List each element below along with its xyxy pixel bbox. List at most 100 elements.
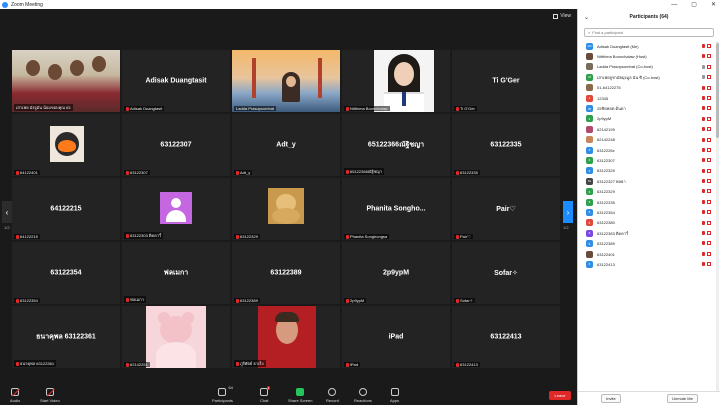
tile-name-text: Ti G'Ger xyxy=(460,106,475,111)
audio-label: Audio xyxy=(10,398,21,403)
participant-row[interactable]: 6 63122380 xyxy=(578,218,715,228)
participants-scrollbar[interactable] xyxy=(716,41,719,391)
video-tile[interactable]: 63122307 63122307 xyxy=(122,114,230,176)
video-tile[interactable]: 2p9ypM 2p9ypM xyxy=(342,242,450,304)
view-button[interactable]: View xyxy=(553,13,571,19)
participant-row[interactable]: 1 12345 xyxy=(578,93,715,103)
previous-page-button[interactable]: ‹ xyxy=(2,201,12,223)
video-tile[interactable]: 63122389 63122389 xyxy=(232,242,340,304)
microphone-icon xyxy=(702,54,705,59)
camera-off-icon xyxy=(707,44,711,48)
video-tile[interactable]: 65122366ณัฐิชญา 65122366ณัฐิชญา xyxy=(342,114,450,176)
tile-display-name: 63122389 xyxy=(270,269,302,277)
scrollbar-thumb[interactable] xyxy=(716,43,719,138)
video-tile[interactable]: Sofar✧ Sofar✧ xyxy=(452,242,560,304)
video-tile[interactable]: ธนาคุพล 63122361 ธนาคุพล 63122361 xyxy=(12,306,120,368)
participant-status-icons xyxy=(702,85,711,90)
start-video-button[interactable]: Start Video xyxy=(40,388,60,403)
participant-row[interactable]: เส เสาเฟยจูชามัยมุ่งมูล ฉัน ซิ (Co-host) xyxy=(578,72,715,82)
participant-row[interactable]: 6 6312226x xyxy=(578,145,715,155)
participant-row[interactable]: 6 63122413 xyxy=(578,259,715,269)
participants-button[interactable]: 64 Participants xyxy=(212,385,233,403)
video-tile[interactable]: Ti G'Ger Ti G'Ger xyxy=(452,50,560,112)
apps-button[interactable]: Apps xyxy=(390,388,399,403)
participant-row[interactable]: 2 2p9ypM xyxy=(578,114,715,124)
tile-display-name: 63122413 xyxy=(490,333,522,341)
video-tile[interactable]: Pair♡ Pair♡ xyxy=(452,178,560,240)
window-title: Zoom Meeting xyxy=(11,1,43,8)
microphone-muted-icon xyxy=(236,298,239,303)
tile-name-text: ธนาคุพล 63122361 xyxy=(20,361,55,366)
camera-off-icon xyxy=(45,388,54,396)
tile-display-name: 63122335 xyxy=(490,141,522,149)
camera-off-icon xyxy=(707,127,711,132)
participant-row[interactable]: 6 63122307 xyxy=(578,155,715,165)
participant-status-icons xyxy=(702,137,711,142)
audio-button[interactable]: Audio xyxy=(10,388,20,403)
participant-row[interactable]: Nitthima Boonchalaw (Host) xyxy=(578,51,715,61)
leave-button[interactable]: Leave xyxy=(549,391,571,400)
participant-row[interactable]: 62142248 xyxy=(578,135,715,145)
right-page-indicator: 1/2 xyxy=(563,225,569,230)
minimize-icon[interactable]: — xyxy=(671,2,677,8)
participant-status-icons xyxy=(702,220,711,225)
participant-name: 63122354 xyxy=(597,209,615,215)
share-screen-button[interactable]: Share Screen xyxy=(288,388,312,403)
video-tile[interactable]: ฟลเมกา ฟลเมกา xyxy=(122,242,230,304)
invite-button[interactable]: Invite xyxy=(601,394,621,403)
video-tile[interactable]: Ladda Prasopsombat xyxy=(232,50,340,112)
reactions-button[interactable]: Reactions xyxy=(354,388,372,403)
chat-button[interactable]: 1 Chat xyxy=(260,386,271,403)
close-icon[interactable]: ✕ xyxy=(711,1,716,8)
tile-name-label: 63122389 xyxy=(234,298,260,303)
video-tile[interactable]: ภูริศัตย์ ธาเร็ง xyxy=(232,306,340,368)
unmute-me-button[interactable]: Unmute Me xyxy=(667,394,698,403)
video-tile[interactable]: 63122413 63122413 xyxy=(452,306,560,368)
participant-row[interactable]: AD Adisak Duangtasit (Me) xyxy=(578,41,715,51)
video-tile[interactable]: iPad iPad xyxy=(342,306,450,368)
record-button[interactable]: Record xyxy=(326,388,339,403)
chevron-down-icon[interactable]: ⌄ xyxy=(584,14,589,21)
participant-name: 63122389 xyxy=(597,241,615,247)
participant-row[interactable]: 6 63122335 xyxy=(578,197,715,207)
video-tile[interactable]: 63122354 63122354 xyxy=(12,242,120,304)
tile-display-name: iPad xyxy=(388,333,404,341)
participant-row[interactable]: 6 63122329 xyxy=(578,186,715,196)
participant-row[interactable]: 6s 63122327 พลยา xyxy=(578,176,715,186)
participant-row[interactable]: 62142199 xyxy=(578,124,715,134)
video-tile[interactable]: 63122303 ติดดาวิ์ xyxy=(122,178,230,240)
participant-search-input[interactable] xyxy=(592,30,713,35)
tile-name-label: Ladda Prasopsombat xyxy=(234,106,277,111)
participant-row[interactable]: 6 63122325 xyxy=(578,166,715,176)
next-page-button[interactable]: › xyxy=(563,201,573,223)
participant-row[interactable]: 6 63122354 xyxy=(578,207,715,217)
microphone-icon xyxy=(702,137,705,142)
video-tile[interactable]: 63122335 63122335 xyxy=(452,114,560,176)
video-tile[interactable]: 64122401 xyxy=(12,114,120,176)
participant-row[interactable]: 01-64122275 xyxy=(578,83,715,93)
tile-name-label: 63122329 xyxy=(234,234,260,239)
avatar: 6 xyxy=(586,156,593,164)
participant-name: 63122401 xyxy=(597,251,615,257)
video-tile[interactable]: Adisak Duangtasit Adisak Duangtasit xyxy=(122,50,230,112)
participant-row[interactable]: 63122401 xyxy=(578,249,715,259)
video-tile[interactable]: Nitthima Boonchalaw xyxy=(342,50,450,112)
participant-row[interactable]: 25 25ชิดพลต ต้นดา xyxy=(578,103,715,113)
camera-off-icon xyxy=(707,231,711,236)
video-tile[interactable]: Adt_y Adt_y xyxy=(232,114,340,176)
maximize-icon[interactable]: ▢ xyxy=(691,1,697,8)
zoom-window: Zoom Meeting — ▢ ✕ View ‹ 1/2 › 1/2 เสาเ… xyxy=(0,0,720,405)
participant-row[interactable]: 6 63122389 xyxy=(578,238,715,248)
participant-row[interactable]: Ladda Prasopsombat (Co-host) xyxy=(578,62,715,72)
video-tile[interactable]: Phanita Songho... Phanita Songhongsa xyxy=(342,178,450,240)
participant-row[interactable]: 6 63122383 ติดดาวิ์ xyxy=(578,228,715,238)
video-tile[interactable]: 62142251 xyxy=(122,306,230,368)
video-tile[interactable]: เสาเฟย มังจูมัน น้อมขอบคุณ 63 xyxy=(12,50,120,112)
microphone-muted-icon xyxy=(126,170,129,175)
video-tile[interactable]: 63122329 xyxy=(232,178,340,240)
video-tile[interactable]: 64122215 64122215 xyxy=(12,178,120,240)
microphone-muted-icon xyxy=(126,362,129,367)
participants-list: AD Adisak Duangtasit (Me) Nitthima Booncha… xyxy=(578,41,715,391)
tile-name-text: Pair♡ xyxy=(460,234,471,239)
participant-search-box[interactable]: ⌕ xyxy=(584,28,714,37)
